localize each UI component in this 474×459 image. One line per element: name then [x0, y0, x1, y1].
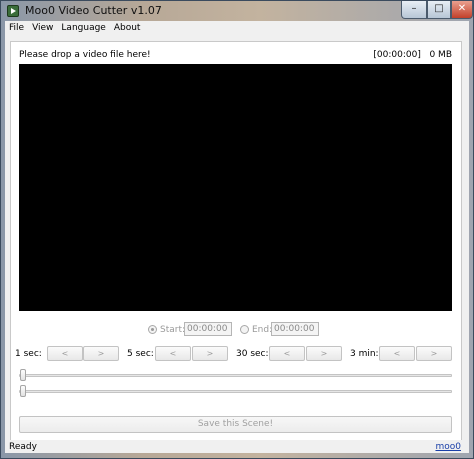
end-time-field[interactable]: 00:00:00 — [271, 322, 319, 336]
app-window: Moo0 Video Cutter v1.07 – □ ✕ File View … — [0, 0, 474, 459]
step-5sec-label: 5 sec: — [127, 349, 154, 359]
moo0-link[interactable]: moo0 — [435, 442, 461, 452]
step-3min-back-button[interactable]: < — [379, 346, 415, 361]
end-radio[interactable] — [240, 325, 249, 334]
step-30sec-label: 30 sec: — [236, 349, 269, 359]
end-slider-track — [19, 390, 452, 393]
drop-message: Please drop a video file here! — [19, 50, 151, 60]
app-logo-icon — [7, 5, 19, 17]
maximize-button[interactable]: □ — [427, 1, 451, 19]
duration-readout: [00:00:00] — [373, 50, 421, 60]
title-bar[interactable]: Moo0 Video Cutter v1.07 – □ ✕ — [1, 1, 473, 21]
size-readout: 0 MB — [429, 50, 452, 60]
step-1sec-back-button[interactable]: < — [47, 346, 83, 361]
menu-view[interactable]: View — [28, 21, 57, 36]
step-3min-forward-button[interactable]: > — [416, 346, 452, 361]
end-label: End: — [252, 325, 273, 335]
step-5sec-forward-button[interactable]: > — [192, 346, 228, 361]
end-slider[interactable] — [19, 385, 452, 397]
save-scene-button[interactable]: Save this Scene! — [19, 416, 452, 433]
range-selector: Start: 00:00:00 End: 00:00:00 — [11, 322, 461, 336]
step-3min-label: 3 min: — [350, 349, 379, 359]
minimize-button[interactable]: – — [401, 1, 427, 19]
main-panel: Please drop a video file here! [00:00:00… — [10, 41, 462, 443]
end-slider-thumb[interactable] — [20, 385, 26, 397]
start-time-field[interactable]: 00:00:00 — [184, 322, 232, 336]
step-1sec-forward-button[interactable]: > — [83, 346, 119, 361]
step-30sec-back-button[interactable]: < — [269, 346, 305, 361]
file-info: [00:00:00] 0 MB — [373, 50, 452, 60]
window-title: Moo0 Video Cutter v1.07 — [25, 4, 162, 17]
step-1sec-label: 1 sec: — [15, 349, 42, 359]
menu-language[interactable]: Language — [57, 21, 109, 36]
status-text: Ready — [9, 442, 37, 452]
menu-file[interactable]: File — [5, 21, 28, 36]
client-area: Please drop a video file here! [00:00:00… — [5, 36, 469, 453]
status-bar: Ready moo0 — [5, 440, 469, 453]
start-radio[interactable] — [148, 325, 157, 334]
start-label: Start: — [160, 325, 186, 335]
step-controls: 1 sec: < > 5 sec: < > 30 sec: < > 3 min:… — [11, 346, 461, 361]
video-drop-area[interactable] — [19, 64, 452, 311]
start-slider-track — [19, 374, 452, 377]
step-30sec-forward-button[interactable]: > — [306, 346, 342, 361]
step-5sec-back-button[interactable]: < — [155, 346, 191, 361]
menu-bar: File View Language About — [5, 21, 469, 36]
start-slider[interactable] — [19, 369, 452, 381]
close-button[interactable]: ✕ — [451, 1, 473, 19]
start-slider-thumb[interactable] — [20, 369, 26, 381]
menu-about[interactable]: About — [110, 21, 145, 36]
